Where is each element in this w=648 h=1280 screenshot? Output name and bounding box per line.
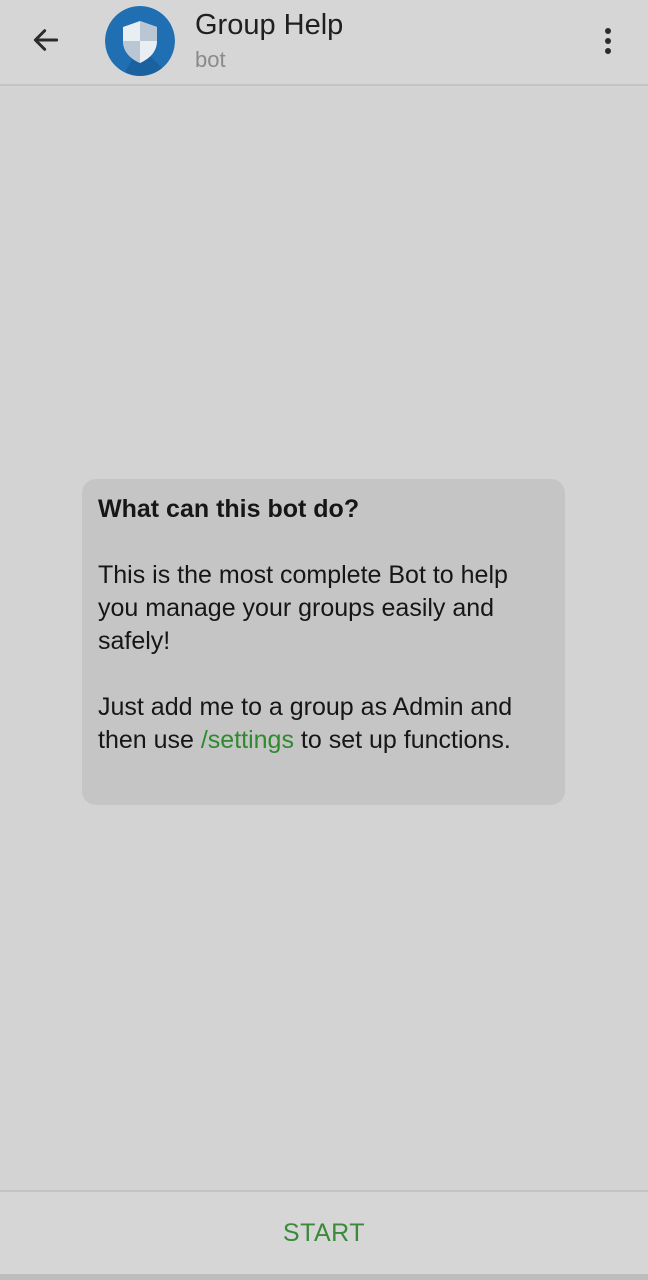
avatar[interactable] [105, 6, 175, 76]
more-vertical-icon [605, 28, 611, 54]
instructions-text-after: to set up functions. [293, 726, 511, 754]
bot-description: This is the most complete Bot to help yo… [98, 561, 508, 655]
shield-icon [105, 6, 175, 76]
bot-info-heading: What can this bot do? [98, 495, 360, 523]
chat-title-block[interactable]: Group Help bot [195, 8, 343, 74]
chat-header: Group Help bot [0, 0, 648, 86]
bot-instructions: Just add me to a group as Admin and then… [98, 691, 549, 757]
bottom-divider [0, 1274, 648, 1280]
settings-command-link[interactable]: /settings [201, 726, 294, 754]
arrow-left-icon [33, 29, 59, 51]
bot-info-card: What can this bot do? This is the most c… [82, 479, 565, 805]
more-options-button[interactable] [588, 18, 628, 64]
back-button[interactable] [22, 20, 70, 60]
start-button[interactable]: START [243, 1211, 405, 1256]
chat-title: Group Help [195, 9, 344, 41]
chat-subtitle: bot [195, 47, 226, 72]
bottom-bar: START [0, 1190, 648, 1274]
